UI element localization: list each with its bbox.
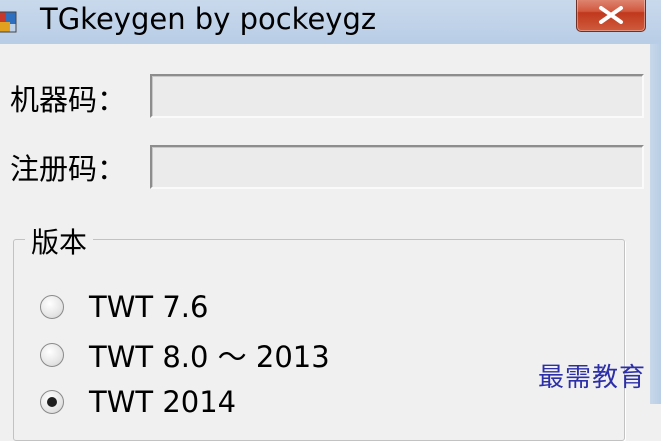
machine-code-label: 机器码： <box>10 83 127 117</box>
radio-button-icon[interactable] <box>40 295 64 319</box>
close-icon <box>599 6 623 24</box>
window-title: TGkeygen by pockeygz <box>40 2 377 36</box>
title-bar[interactable]: TGkeygen by pockeygz <box>0 0 661 44</box>
radio-label: TWT 7.6 <box>89 290 209 324</box>
radio-twt-8-0-2013[interactable]: TWT 8.0 ～ 2013 <box>40 336 330 374</box>
window-border <box>650 44 661 404</box>
radio-twt-2014[interactable]: TWT 2014 <box>40 383 236 421</box>
radio-button-icon[interactable] <box>40 390 64 414</box>
version-group-title: 版本 <box>25 226 94 260</box>
registration-code-label: 注册码： <box>10 152 127 186</box>
machine-code-field[interactable] <box>150 74 644 118</box>
close-button[interactable] <box>576 0 646 32</box>
radio-twt-7-6[interactable]: TWT 7.6 <box>40 288 208 326</box>
registration-code-field[interactable] <box>150 145 644 189</box>
radio-button-icon[interactable] <box>40 343 64 367</box>
watermark: 最需教育 <box>538 363 647 393</box>
app-icon <box>0 4 20 34</box>
radio-label: TWT 8.0 ～ 2013 <box>89 340 330 374</box>
radio-label: TWT 2014 <box>89 385 237 419</box>
